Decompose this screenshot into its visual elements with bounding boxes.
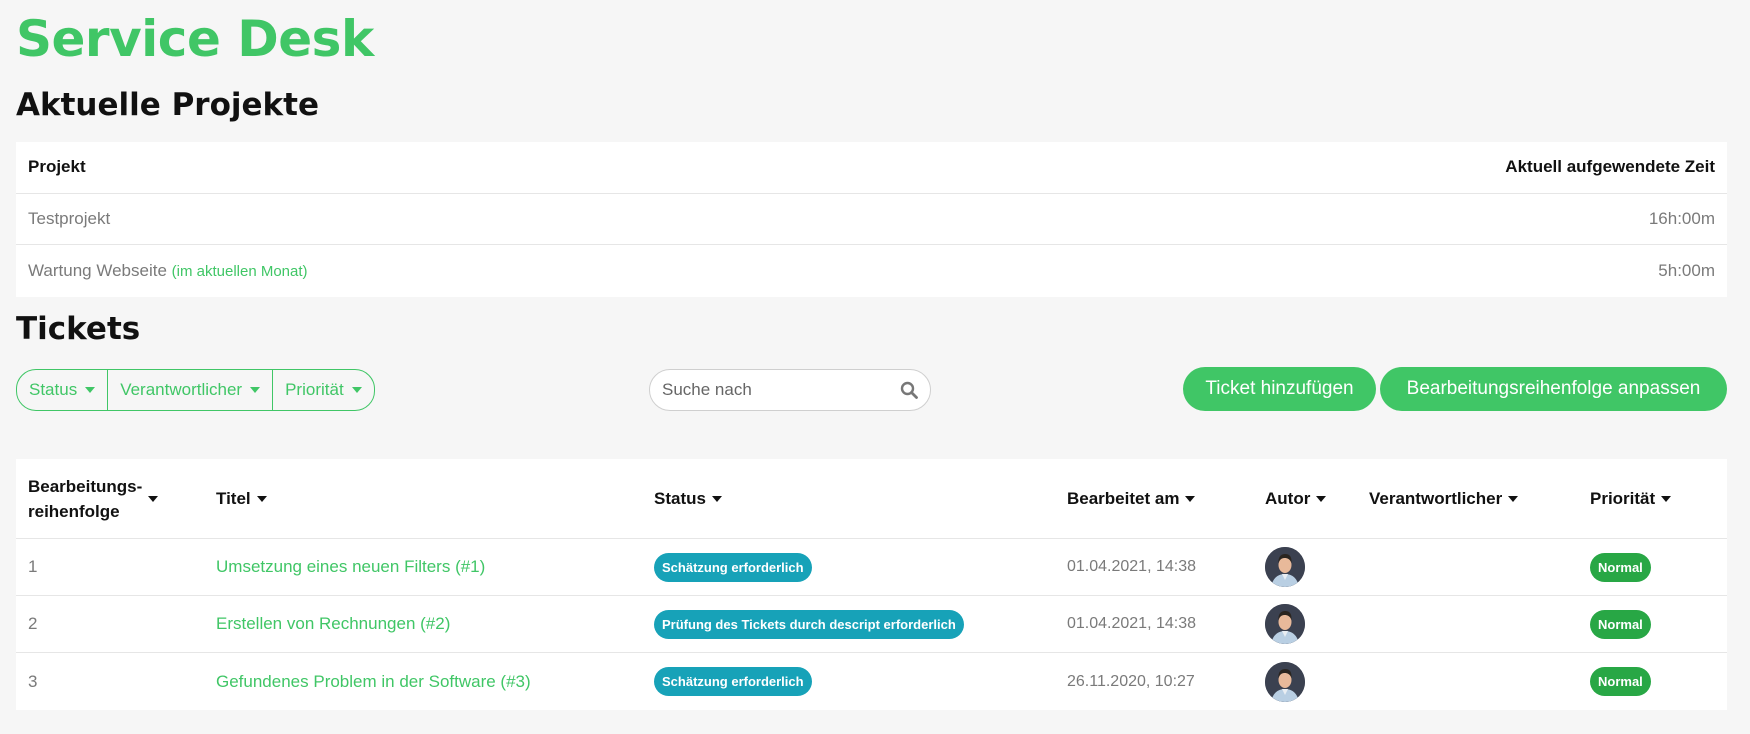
ticket-order: 3 [28, 671, 38, 691]
projects-table: Projekt Aktuell aufgewendete Zeit Testpr… [16, 142, 1727, 297]
filter-group: Status Verantwortlicher Priorität [16, 369, 375, 411]
status-badge: Schätzung erforderlich [654, 552, 812, 582]
column-header-order-line2: reihenfolge [28, 501, 120, 521]
sort-caret-icon [1185, 495, 1196, 502]
app-title: Service Desk [16, 10, 374, 68]
sort-caret-icon [256, 495, 267, 502]
table-row: Wartung Webseite (im aktuellen Monat) 5h… [16, 245, 1727, 297]
ticket-order: 2 [28, 614, 38, 633]
column-header-edited-label: Bearbeitet am [1067, 488, 1180, 508]
avatar [1265, 604, 1305, 644]
sort-caret-icon [711, 495, 722, 502]
filter-priority-dropdown[interactable]: Priorität [273, 370, 374, 410]
column-header-status[interactable]: Status [654, 489, 1067, 509]
column-header-order[interactable]: Bearbeitungs- reihenfolge [16, 474, 210, 524]
caret-down-icon [250, 387, 261, 393]
filter-status-label: Status [29, 380, 78, 399]
table-row: 1 Umsetzung eines neuen Filters (#1) Sch… [16, 539, 1727, 596]
adjust-order-button[interactable]: Bearbeitungsreihenfolge anpassen [1380, 367, 1727, 411]
project-name: Testprojekt [28, 209, 110, 229]
filter-assignee-label: Verantwortlicher [120, 380, 243, 399]
add-ticket-button[interactable]: Ticket hinzufügen [1183, 367, 1376, 411]
ticket-edited-date: 26.11.2020, 10:27 [1067, 672, 1195, 690]
caret-down-icon [351, 387, 362, 393]
project-name-text: Testprojekt [28, 208, 111, 228]
column-header-time: Aktuell aufgewendete Zeit [1505, 157, 1715, 177]
ticket-edited-date: 01.04.2021, 14:38 [1067, 615, 1197, 632]
filter-assignee-dropdown[interactable]: Verantwortlicher [108, 370, 274, 410]
priority-badge: Normal [1590, 609, 1651, 639]
ticket-edited-date: 01.04.2021, 14:38 [1067, 558, 1197, 575]
sort-caret-icon [1508, 495, 1519, 502]
avatar [1265, 547, 1305, 587]
column-header-author[interactable]: Autor [1265, 489, 1369, 509]
sort-caret-icon [1661, 495, 1672, 502]
projects-heading: Aktuelle Projekte [16, 87, 320, 123]
filter-status-dropdown[interactable]: Status [17, 370, 109, 410]
status-badge: Schätzung erforderlich [654, 667, 812, 696]
ticket-title-link[interactable]: Umsetzung eines neuen Filters (#1) [216, 557, 485, 576]
table-row: 2 Erstellen von Rechnungen (#2) Prüfung … [16, 596, 1727, 653]
search-input[interactable] [662, 380, 892, 400]
status-badge: Prüfung des Tickets durch descript erfor… [654, 609, 964, 639]
ticket-title-link[interactable]: Gefundenes Problem in der Software (#3) [216, 672, 531, 691]
project-time: 16h:00m [1648, 208, 1715, 228]
column-header-author-label: Autor [1265, 488, 1311, 508]
priority-badge: Normal [1590, 667, 1651, 696]
column-header-assignee-label: Verantwortlicher [1369, 488, 1503, 508]
table-row: 3 Gefundenes Problem in der Software (#3… [16, 653, 1727, 710]
projects-header-row: Projekt Aktuell aufgewendete Zeit [16, 142, 1727, 194]
search-box [649, 369, 931, 411]
project-name: Wartung Webseite (im aktuellen Monat) [28, 261, 308, 281]
tickets-header-row: Bearbeitungs- reihenfolge Titel Status B… [16, 459, 1727, 539]
tickets-table: Bearbeitungs- reihenfolge Titel Status B… [16, 459, 1727, 710]
table-row: Testprojekt 16h:00m [16, 194, 1727, 245]
project-note: (im aktuellen Monat) [171, 262, 308, 280]
column-header-priority-label: Priorität [1590, 488, 1656, 508]
sort-caret-icon [1316, 495, 1327, 502]
project-time: 5h:00m [1658, 260, 1715, 280]
caret-down-icon [85, 387, 96, 393]
project-name-text: Wartung Webseite [28, 260, 167, 280]
column-header-title[interactable]: Titel [210, 489, 654, 509]
filter-priority-label: Priorität [285, 380, 344, 399]
column-header-edited[interactable]: Bearbeitet am [1067, 489, 1265, 509]
column-header-project: Projekt [28, 157, 86, 177]
column-header-status-label: Status [654, 488, 706, 508]
column-header-title-label: Titel [216, 488, 251, 508]
sort-caret-icon [148, 495, 159, 502]
column-header-priority[interactable]: Priorität [1590, 489, 1727, 509]
avatar [1265, 661, 1305, 702]
search-icon[interactable] [900, 381, 918, 399]
column-header-order-line1: Bearbeitungs- [28, 476, 143, 496]
ticket-order: 1 [28, 557, 38, 576]
ticket-title-link[interactable]: Erstellen von Rechnungen (#2) [216, 614, 450, 633]
tickets-heading: Tickets [16, 311, 141, 347]
priority-badge: Normal [1590, 552, 1651, 582]
column-header-assignee[interactable]: Verantwortlicher [1369, 489, 1590, 509]
